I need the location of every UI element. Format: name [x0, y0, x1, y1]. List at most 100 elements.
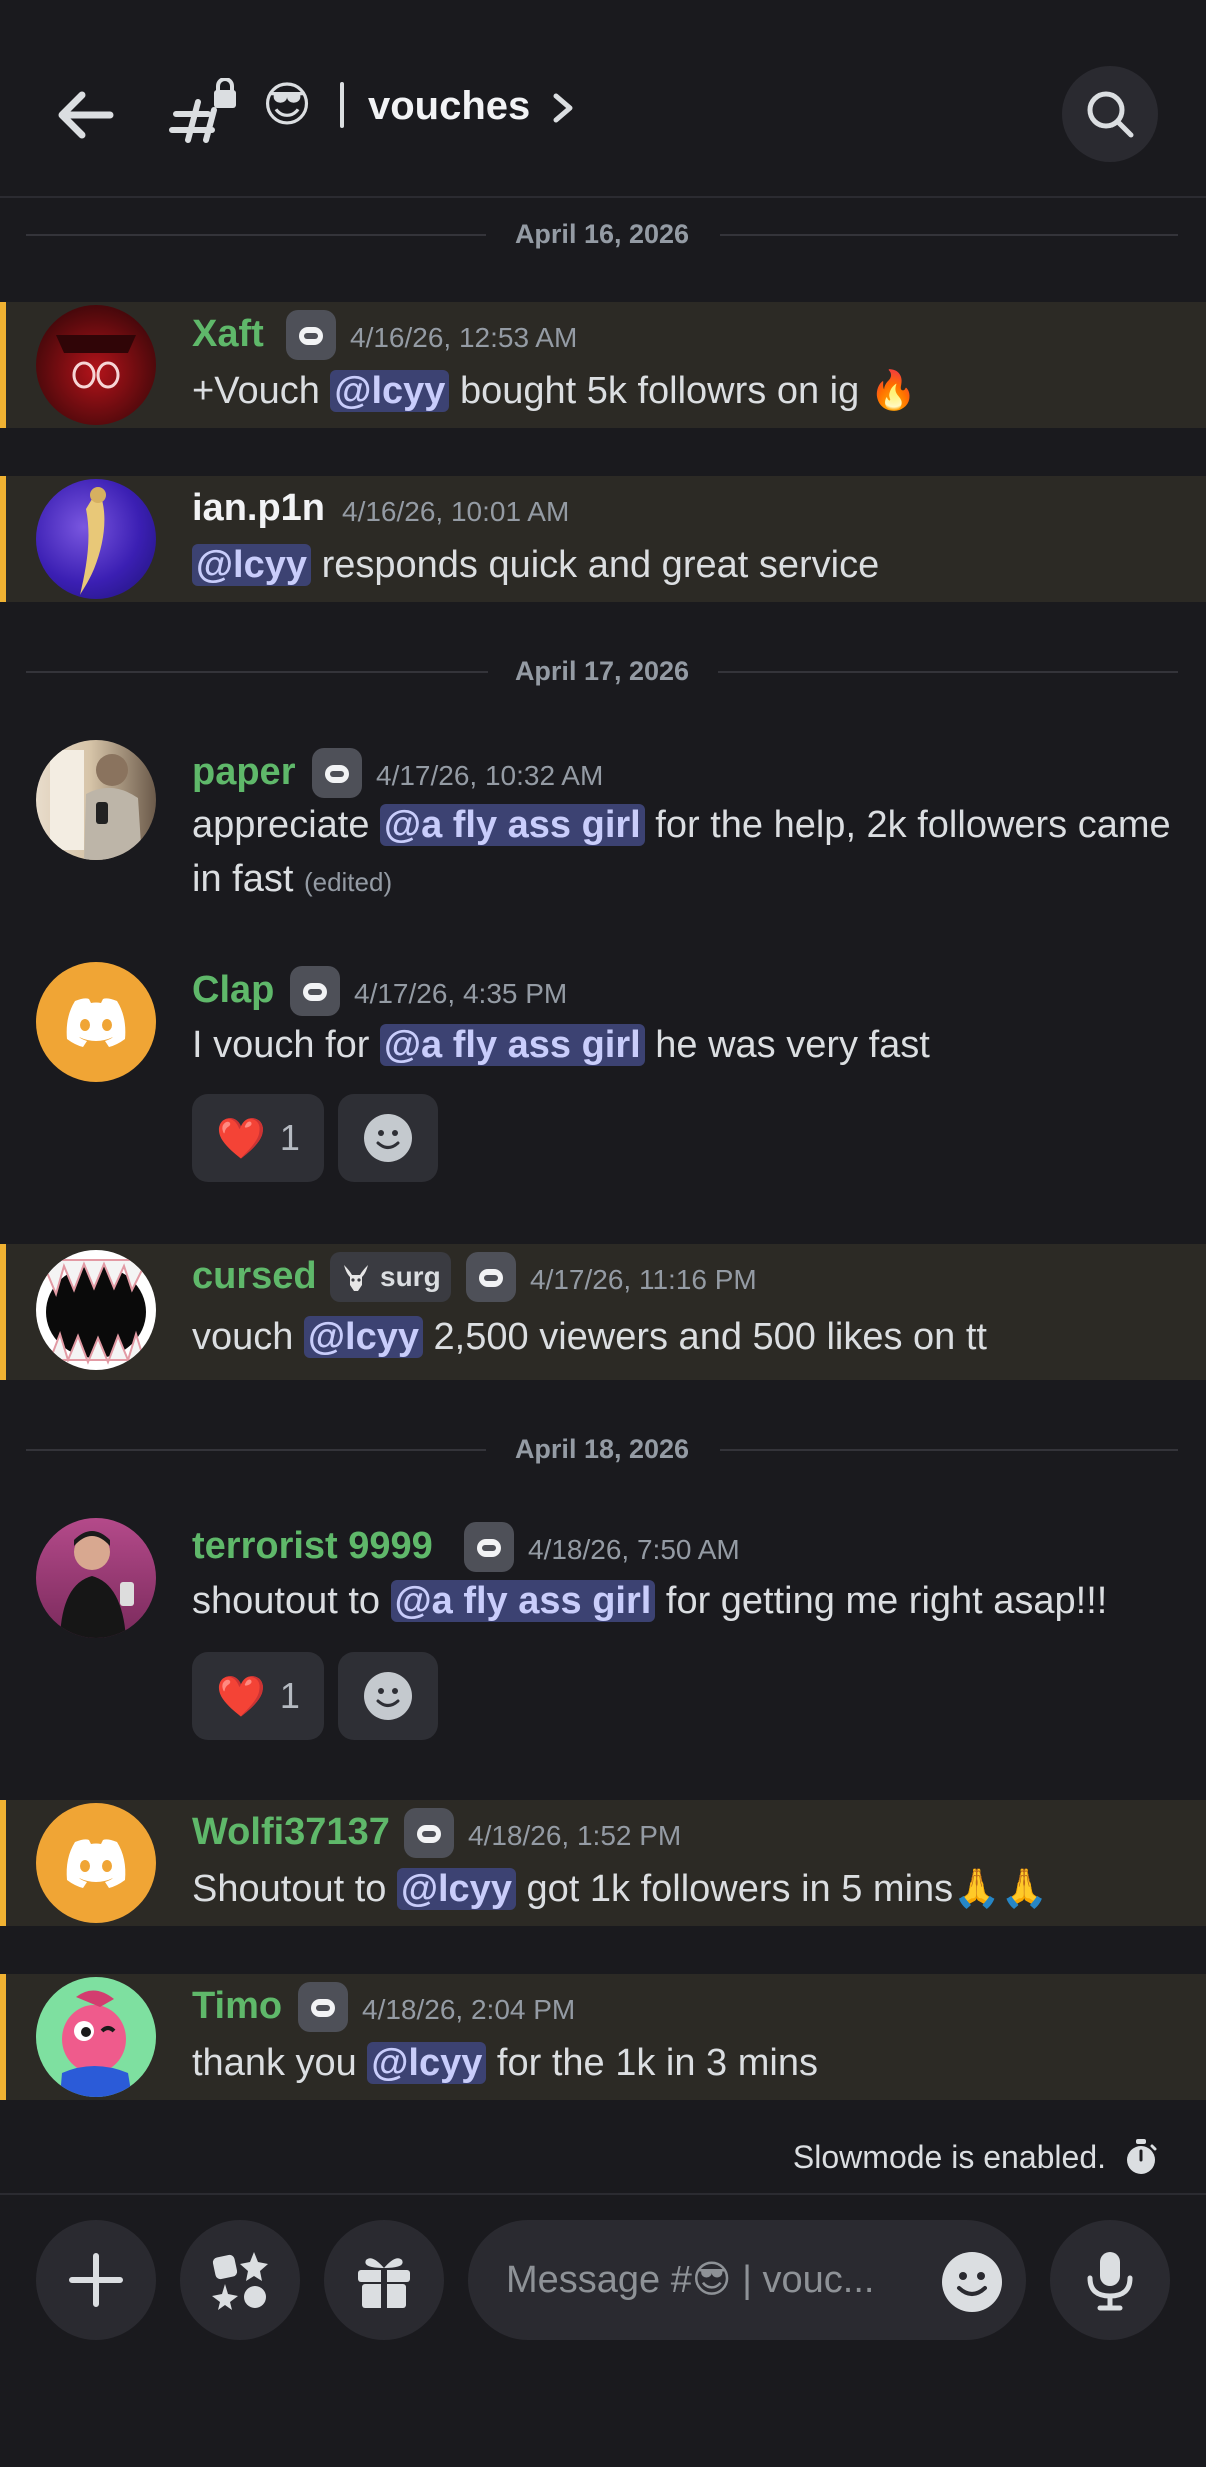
slowmode-text: Slowmode is enabled. [792, 2139, 1106, 2175]
avatar[interactable] [36, 1803, 156, 1923]
locked-hash-icon [168, 77, 240, 150]
user-mention[interactable]: @lcyy [396, 1868, 516, 1910]
username[interactable]: ian.p1n [192, 486, 325, 530]
message-input[interactable]: Message #😎 | vouc... [468, 2220, 1026, 2340]
user-mention[interactable]: @lcyy [330, 370, 450, 412]
message-text: Shoutout to @lcyy got 1k followers in 5 … [192, 1868, 1048, 1910]
username[interactable]: paper [192, 750, 295, 794]
discord-logo-icon [66, 998, 126, 1047]
username[interactable]: Clap [192, 968, 274, 1012]
add-reaction-button[interactable] [338, 1094, 438, 1182]
heart-emoji: ❤️ [216, 1674, 266, 1719]
voice-message-button[interactable] [1050, 2220, 1170, 2340]
username[interactable]: Wolfi37137 [192, 1810, 390, 1854]
username[interactable]: terrorist 9999 [192, 1524, 433, 1568]
message-item[interactable]: terrorist 9999 4/18/26, 7:50 AM shoutout… [0, 1518, 1206, 1746]
slowmode-notice: Slowmode is enabled. [793, 2134, 1158, 2180]
smiley-icon [942, 2252, 1002, 2312]
message-text: appreciate @a fly ass girl for the help,… [192, 804, 1171, 900]
back-button[interactable] [50, 80, 120, 150]
stopwatch-icon [1127, 2139, 1157, 2174]
channel-emoji: 😎 [262, 79, 313, 132]
reaction-count: 1 [279, 1675, 300, 1716]
date-label: April 18, 2026 [514, 1434, 690, 1464]
timestamp: 4/18/26, 7:50 AM [528, 1534, 740, 1565]
bot-badge-icon [298, 1982, 348, 2032]
message-item[interactable]: Wolfi37137 4/18/26, 1:52 PM Shoutout to … [0, 1800, 1206, 1926]
smiley-icon [364, 1114, 412, 1162]
timestamp: 4/18/26, 2:04 PM [362, 1994, 576, 2025]
apps-icon [212, 2252, 268, 2310]
message-item[interactable]: ian.p1n 4/16/26, 10:01 AM @lcyy responds… [0, 476, 1206, 602]
emoji-picker-button[interactable] [940, 2250, 1004, 2314]
add-attachment-button[interactable] [36, 2220, 156, 2340]
pray-emoji: 🙏🙏 [953, 1868, 1048, 1910]
bot-badge-icon [312, 748, 362, 798]
message-text: vouch @lcyy 2,500 viewers and 500 likes … [192, 1316, 987, 1358]
avatar[interactable] [36, 962, 156, 1082]
smiley-icon [364, 1672, 412, 1720]
user-mention[interactable]: @a fly ass girl [380, 804, 645, 846]
bot-badge-icon [286, 310, 336, 360]
heart-emoji: ❤️ [216, 1116, 266, 1161]
avatar[interactable] [36, 1977, 156, 2097]
message-item[interactable]: paper 4/17/26, 10:32 AM appreciate @a fl… [0, 740, 1206, 920]
date-label: April 16, 2026 [514, 219, 690, 249]
bot-badge-icon [466, 1252, 516, 1302]
avatar[interactable] [36, 305, 156, 425]
date-divider: April 17, 2026 [26, 651, 1178, 691]
message-item[interactable]: Clap 4/17/26, 4:35 PM I vouch for @a fly… [0, 962, 1206, 1192]
search-button[interactable] [1062, 66, 1158, 162]
avatar[interactable] [36, 740, 156, 860]
date-divider: April 18, 2026 [26, 1429, 1178, 1469]
timestamp: 4/16/26, 10:01 AM [342, 496, 570, 527]
avatar[interactable] [36, 1518, 156, 1638]
date-label: April 17, 2026 [514, 656, 690, 686]
server-tag[interactable]: surg [330, 1252, 451, 1302]
bot-badge-icon [404, 1808, 454, 1858]
user-mention[interactable]: @lcyy [303, 1316, 423, 1358]
message-item[interactable]: Timo 4/18/26, 2:04 PM thank you @lcyy fo… [0, 1974, 1206, 2100]
message-item[interactable]: Xaft 4/16/26, 12:53 AM +Vouch @lcyy boug… [0, 302, 1206, 428]
channel-name[interactable]: vouches [368, 78, 530, 134]
goat-icon [344, 1265, 368, 1291]
timestamp: 4/17/26, 11:16 PM [530, 1264, 757, 1295]
bot-badge-icon [290, 966, 340, 1016]
fire-emoji: 🔥 [869, 370, 918, 412]
message-text: I vouch for @a fly ass girl he was very … [192, 1024, 930, 1066]
username[interactable]: Xaft [192, 312, 264, 356]
plus-icon [69, 2253, 123, 2307]
apps-button[interactable] [180, 2220, 300, 2340]
timestamp: 4/16/26, 12:53 AM [350, 322, 578, 353]
message-text: shoutout to @a fly ass girl for getting … [192, 1580, 1108, 1622]
message-text: thank you @lcyy for the 1k in 3 mins [192, 2042, 818, 2084]
timestamp: 4/17/26, 10:32 AM [376, 760, 604, 791]
discord-logo-icon [66, 1839, 126, 1888]
channel-header: 😎 vouches [0, 0, 1206, 198]
avatar[interactable] [36, 1250, 156, 1370]
username[interactable]: cursed [192, 1254, 317, 1298]
message-text: +Vouch @lcyy bought 5k followrs on ig 🔥 [192, 370, 918, 412]
timestamp: 4/18/26, 1:52 PM [468, 1820, 682, 1851]
username[interactable]: Timo [192, 1984, 282, 2028]
composer-separator [0, 2193, 1206, 2195]
add-reaction-button[interactable] [338, 1652, 438, 1740]
date-divider: April 16, 2026 [26, 214, 1178, 254]
reaction-heart[interactable]: ❤️ 1 [192, 1652, 324, 1740]
avatar[interactable] [36, 479, 156, 599]
user-mention[interactable]: @lcyy [367, 2042, 487, 2084]
user-mention[interactable]: @a fly ass girl [390, 1580, 656, 1622]
arrow-left-icon [58, 91, 114, 139]
user-mention[interactable]: @a fly ass girl [379, 1024, 645, 1066]
chevron-right-icon[interactable] [548, 90, 578, 126]
channel-separator [340, 82, 344, 128]
user-mention[interactable]: @lcyy [192, 544, 312, 586]
gift-button[interactable] [324, 2220, 444, 2340]
search-icon [1087, 91, 1134, 138]
message-text: @lcyy responds quick and great service [192, 538, 1192, 592]
message-item[interactable]: cursed surg 4/17/26, 11:16 PM vouch @lcy… [0, 1244, 1206, 1380]
bot-badge-icon [464, 1522, 514, 1572]
reaction-heart[interactable]: ❤️ 1 [192, 1094, 324, 1182]
reaction-count: 1 [279, 1117, 300, 1158]
timestamp: 4/17/26, 4:35 PM [354, 978, 568, 1009]
